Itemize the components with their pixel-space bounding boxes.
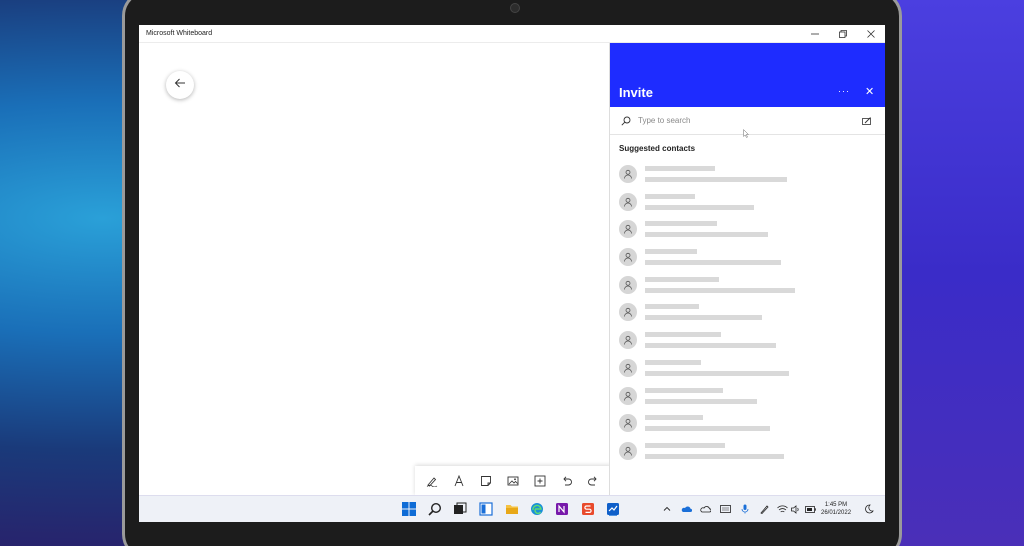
chevron-up-icon[interactable] xyxy=(661,503,673,515)
keyboard-icon[interactable] xyxy=(719,503,731,515)
arrow-left-icon xyxy=(174,76,186,94)
contact-name-placeholder xyxy=(645,332,721,338)
widgets-icon[interactable] xyxy=(478,501,494,517)
sticky-note-icon[interactable] xyxy=(475,470,497,492)
contact-email-placeholder xyxy=(645,204,754,210)
contact-email-placeholder xyxy=(645,315,762,321)
search-taskbar-icon[interactable] xyxy=(427,501,443,517)
wifi-icon[interactable] xyxy=(776,503,788,515)
contact-row[interactable] xyxy=(610,161,885,189)
person-avatar-icon xyxy=(619,192,637,211)
volume-icon[interactable] xyxy=(790,503,802,515)
person-avatar-icon xyxy=(619,358,637,377)
contact-name-placeholder xyxy=(645,359,701,365)
person-avatar-icon xyxy=(619,165,637,183)
add-icon[interactable] xyxy=(529,470,551,492)
whiteboard-canvas[interactable] xyxy=(139,43,609,495)
restore-button[interactable] xyxy=(829,25,857,43)
back-button[interactable] xyxy=(166,71,194,99)
notifications-icon[interactable] xyxy=(863,503,875,515)
redo-icon[interactable] xyxy=(582,470,604,492)
contact-name-placeholder xyxy=(645,193,695,199)
contact-email-placeholder xyxy=(645,232,768,238)
person-avatar-icon xyxy=(619,275,637,294)
battery-icon[interactable] xyxy=(804,503,816,515)
window-title: Microsoft Whiteboard xyxy=(146,30,213,37)
contact-email-placeholder xyxy=(645,343,776,349)
mouse-cursor-icon xyxy=(743,125,750,143)
pen-tool-icon[interactable] xyxy=(421,470,443,492)
invite-panel: Invite ··· ✕ Suggested contacts xyxy=(609,43,885,495)
contact-row[interactable] xyxy=(610,216,885,244)
close-panel-button[interactable]: ✕ xyxy=(865,85,874,98)
contact-email-placeholder xyxy=(645,370,789,376)
whiteboard-app-icon[interactable] xyxy=(605,501,621,517)
taskbar: 1:45 PM 26/01/2022 xyxy=(139,495,885,522)
microphone-icon[interactable] xyxy=(739,503,751,515)
contact-name-placeholder xyxy=(645,166,715,171)
pen-menu-icon[interactable] xyxy=(758,503,770,515)
contact-row[interactable] xyxy=(610,410,885,438)
more-options-button[interactable]: ··· xyxy=(838,86,850,96)
contact-row[interactable] xyxy=(610,355,885,383)
task-view-icon[interactable] xyxy=(452,501,468,517)
person-avatar-icon xyxy=(619,414,637,433)
contacts-list xyxy=(610,161,885,466)
contact-name-placeholder xyxy=(645,276,719,282)
screen: Microsoft Whiteboard Invite ··· ✕ Type t… xyxy=(139,25,885,522)
search-input[interactable] xyxy=(638,116,858,125)
contact-email-placeholder xyxy=(645,287,795,293)
person-avatar-icon xyxy=(619,331,637,350)
contact-row[interactable] xyxy=(610,383,885,411)
contact-row[interactable] xyxy=(610,438,885,466)
minimize-button[interactable] xyxy=(801,25,829,43)
contact-name-placeholder xyxy=(645,415,703,421)
suggested-contacts-title: Suggested contacts xyxy=(619,144,696,153)
contact-name-placeholder xyxy=(645,221,717,227)
camera xyxy=(510,3,520,13)
contact-email-placeholder xyxy=(645,453,784,459)
title-bar: Microsoft Whiteboard xyxy=(139,25,885,43)
person-avatar-icon xyxy=(619,386,637,405)
cloud-icon[interactable] xyxy=(699,503,711,515)
close-window-button[interactable] xyxy=(857,25,885,43)
clock-time: 1:45 PM xyxy=(824,502,848,508)
contact-name-placeholder xyxy=(645,442,725,448)
contact-row[interactable] xyxy=(610,189,885,217)
compose-icon[interactable] xyxy=(860,114,874,128)
person-avatar-icon xyxy=(619,220,637,239)
contact-row[interactable] xyxy=(610,327,885,355)
snagit-icon[interactable] xyxy=(580,501,596,517)
contact-email-placeholder xyxy=(645,260,781,266)
contact-row[interactable] xyxy=(610,244,885,272)
undo-icon[interactable] xyxy=(556,470,578,492)
contact-name-placeholder xyxy=(645,387,723,393)
ink-toolbar xyxy=(415,466,611,496)
person-avatar-icon xyxy=(619,303,637,322)
contact-name-placeholder xyxy=(645,249,697,255)
file-explorer-icon[interactable] xyxy=(504,501,520,517)
clock-date: 26/01/2022 xyxy=(821,510,852,516)
contact-email-placeholder xyxy=(645,426,770,432)
onenote-icon[interactable] xyxy=(554,501,570,517)
onedrive-icon[interactable] xyxy=(680,503,692,515)
edge-browser-icon[interactable] xyxy=(529,501,545,517)
wallpaper-right xyxy=(884,0,1024,546)
invite-title: Invite xyxy=(619,85,653,100)
person-avatar-icon xyxy=(619,441,637,460)
search-icon xyxy=(618,113,634,129)
person-avatar-icon xyxy=(619,248,637,267)
text-tool-icon[interactable] xyxy=(448,470,470,492)
invite-header: Invite ··· ✕ xyxy=(610,43,885,107)
contact-name-placeholder xyxy=(645,304,699,310)
contact-email-placeholder xyxy=(645,398,757,404)
contact-row[interactable] xyxy=(610,299,885,327)
image-icon[interactable] xyxy=(502,470,524,492)
windows-start-icon[interactable] xyxy=(401,501,417,517)
clock[interactable]: 1:45 PM 26/01/2022 xyxy=(821,501,851,517)
contact-email-placeholder xyxy=(645,177,787,182)
contact-row[interactable] xyxy=(610,272,885,300)
